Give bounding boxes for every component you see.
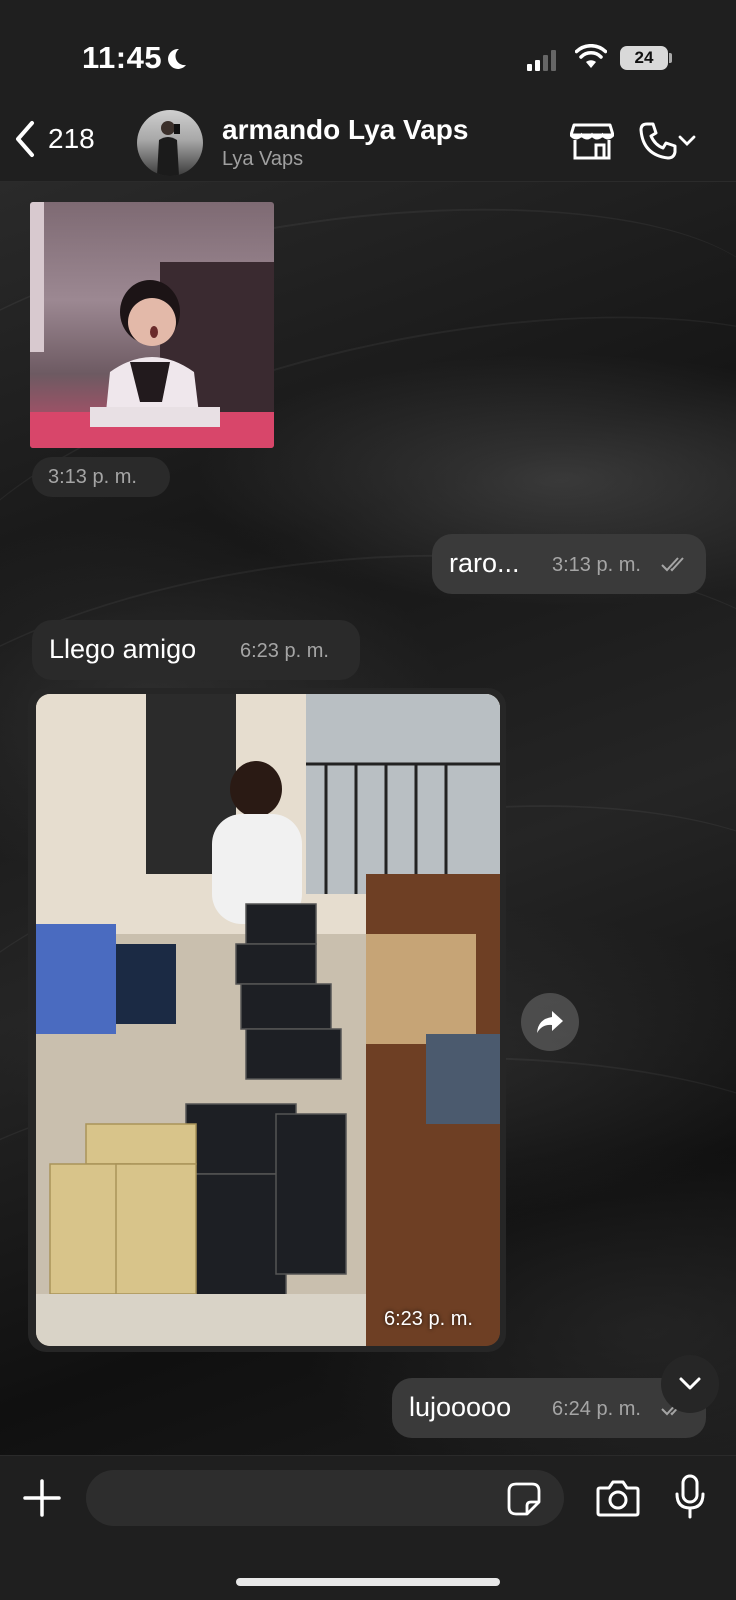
- camera-icon[interactable]: [596, 1478, 640, 1518]
- unread-count: 218: [48, 123, 95, 154]
- message-text: lujooooo: [409, 1392, 512, 1422]
- battery-icon: 24: [620, 46, 668, 70]
- photo-message-media[interactable]: 6:23 p. m.: [36, 694, 500, 1346]
- moon-icon: [168, 48, 186, 69]
- chat-header: 218 armando Lya Vaps Lya Vaps: [0, 100, 736, 182]
- message-time: 3:13 p. m.: [48, 466, 137, 488]
- message-time: 6:24 p. m.: [552, 1398, 641, 1420]
- message-text: Llego amigo: [49, 634, 197, 664]
- wifi-icon: [575, 44, 607, 68]
- message-input[interactable]: [86, 1470, 564, 1526]
- home-indicator[interactable]: [236, 1578, 500, 1586]
- contact-subtitle: Lya Vaps: [222, 148, 304, 170]
- gif-message-media[interactable]: [30, 202, 274, 448]
- photo-boxes-room-image: [36, 694, 500, 1346]
- store-icon[interactable]: [570, 121, 614, 161]
- status-time: 11:45: [82, 40, 163, 75]
- scroll-to-bottom-button[interactable]: [661, 1355, 719, 1413]
- incoming-message-bubble[interactable]: Llego amigo 6:23 p. m.: [32, 620, 360, 680]
- chevron-down-icon: [678, 135, 696, 146]
- gif-child-image: [30, 202, 274, 448]
- plus-icon[interactable]: [22, 1478, 62, 1518]
- forward-button[interactable]: [521, 993, 579, 1051]
- back-button[interactable]: 218: [14, 120, 95, 158]
- message-time: 3:13 p. m.: [552, 554, 641, 576]
- cellular-signal-icon: [527, 49, 556, 71]
- chevron-left-icon: [16, 121, 34, 157]
- phone-icon: [639, 122, 677, 160]
- status-bar: 11:45 24: [0, 0, 736, 100]
- battery-tip: [669, 53, 672, 63]
- message-time: 6:23 p. m.: [240, 640, 329, 662]
- microphone-icon[interactable]: [674, 1474, 706, 1520]
- sticker-icon[interactable]: [507, 1482, 541, 1516]
- gif-time-badge: 3:13 p. m.: [32, 457, 170, 497]
- call-button[interactable]: [638, 121, 700, 161]
- outgoing-message-bubble[interactable]: raro... 3:13 p. m.: [432, 534, 706, 594]
- avatar[interactable]: [137, 110, 203, 176]
- message-text: raro...: [449, 548, 520, 578]
- read-receipt-icon: [661, 557, 684, 572]
- outgoing-message-bubble[interactable]: lujooooo 6:24 p. m.: [392, 1378, 706, 1438]
- chevron-down-icon: [679, 1377, 701, 1390]
- contact-name[interactable]: armando Lya Vaps: [222, 114, 468, 146]
- forward-icon: [537, 1011, 563, 1033]
- avatar-person-figure: [157, 121, 180, 176]
- message-time: 6:23 p. m.: [384, 1308, 473, 1330]
